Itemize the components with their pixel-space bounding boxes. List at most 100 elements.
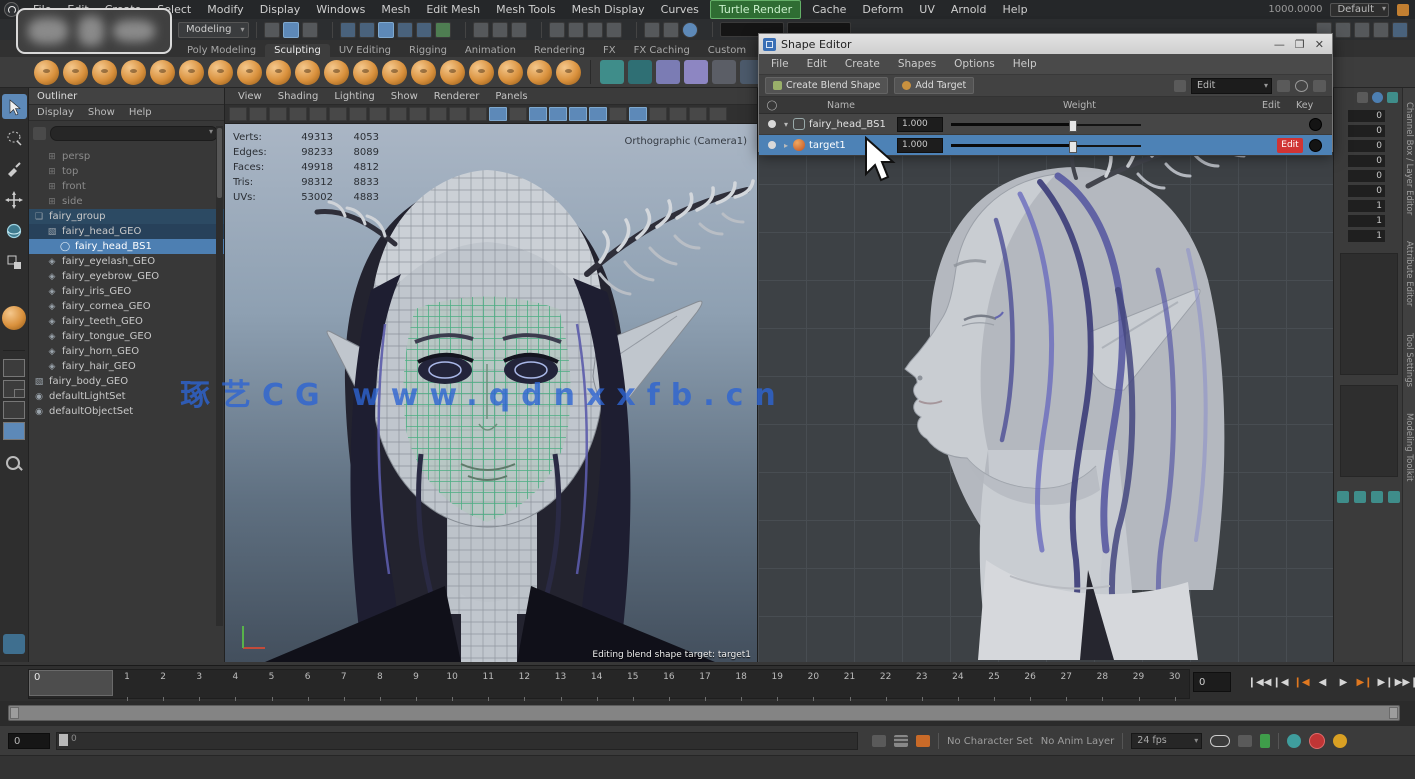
paint-selection-tool[interactable] — [2, 156, 27, 181]
object-mode-icon[interactable] — [283, 22, 299, 38]
create-blend-shape-button[interactable]: Create Blend Shape — [765, 77, 888, 94]
outliner-menu[interactable]: Show — [88, 107, 115, 118]
workspace-dropdown[interactable]: Default — [1330, 3, 1389, 17]
channel-row[interactable]: 0 — [1348, 109, 1402, 123]
step-back-frame-button[interactable]: ❙◀ — [1292, 670, 1311, 694]
range-slider-bar[interactable] — [8, 705, 1400, 721]
outliner-item-fairy-tongue-geo[interactable]: ◈ fairy_tongue_GEO — [29, 329, 224, 344]
visibility-toggle[interactable] — [765, 120, 779, 128]
imprint-brush-icon[interactable] — [295, 60, 320, 85]
uv-layout-icon[interactable] — [684, 60, 708, 84]
minimize-button[interactable]: — — [1274, 38, 1285, 51]
channel-row[interactable]: 1 — [1348, 214, 1402, 228]
outliner-item-side[interactable]: ⊞ side — [29, 194, 224, 209]
make-live-icon[interactable] — [435, 22, 451, 38]
repeat-brush-icon[interactable] — [266, 60, 291, 85]
menu-item[interactable]: Arnold — [943, 1, 995, 18]
shelf-tab[interactable]: Poly Modeling — [178, 44, 265, 57]
isolate-select-icon[interactable] — [709, 107, 727, 121]
channel-row[interactable]: 1 — [1348, 229, 1402, 243]
layer-new-icon[interactable] — [1337, 491, 1349, 503]
smooth-brush-icon[interactable] — [63, 60, 88, 85]
knife-brush-icon[interactable] — [411, 60, 436, 85]
workspace-icon[interactable] — [1392, 22, 1408, 38]
freeze-brush-icon[interactable] — [527, 60, 552, 85]
gate-mask-icon[interactable] — [429, 107, 447, 121]
shelf-tab[interactable]: FX — [594, 44, 625, 57]
grab-brush-icon[interactable] — [121, 60, 146, 85]
pane-outliner-icon[interactable] — [663, 22, 679, 38]
smear-brush-icon[interactable] — [440, 60, 465, 85]
layout-four-pane-button[interactable] — [3, 380, 25, 398]
menu-item[interactable]: Curves — [653, 1, 707, 18]
channel-row[interactable]: 0 — [1348, 139, 1402, 153]
outliner-item-fairy-eyelash-geo[interactable]: ◈ fairy_eyelash_GEO — [29, 254, 224, 269]
field-chart-icon[interactable] — [449, 107, 467, 121]
set-key-icon[interactable] — [916, 735, 930, 747]
command-scroll-track[interactable]: 0 — [56, 732, 858, 750]
scroll-handle[interactable] — [59, 734, 68, 746]
go-to-end-button[interactable]: ▶▶❙ — [1397, 670, 1415, 694]
topology-icon[interactable] — [628, 60, 652, 84]
shape-editor-menu[interactable]: Help — [1005, 58, 1045, 70]
zoom-tool-icon[interactable] — [6, 456, 22, 472]
menu-set-dropdown[interactable]: Modeling — [178, 22, 249, 38]
menu-item[interactable]: Mesh — [373, 1, 418, 18]
current-time-field[interactable]: 0 — [1193, 672, 1231, 692]
image-plane-icon[interactable] — [309, 107, 327, 121]
relax-brush-icon[interactable] — [92, 60, 117, 85]
play-backwards-button[interactable]: ◀ — [1313, 670, 1332, 694]
panel-menu[interactable]: Shading — [271, 91, 326, 102]
sparkle-icon[interactable] — [1335, 22, 1351, 38]
film-gate-icon[interactable] — [389, 107, 407, 121]
channel-key-icon[interactable] — [1357, 92, 1368, 103]
blend-shape-node-row[interactable]: ▾ fairy_head_BS1 1.000 — [759, 114, 1332, 135]
modeling-toolkit-icon[interactable] — [3, 634, 25, 654]
channel-pencil-icon[interactable] — [1387, 92, 1398, 103]
sidebar-tab[interactable]: Modeling Toolkit — [1404, 413, 1414, 482]
grid-icon[interactable] — [1373, 22, 1389, 38]
outliner-filter-icon[interactable] — [33, 127, 46, 140]
filter-dropdown[interactable]: Edit — [1191, 78, 1272, 94]
shape-editor-menu[interactable]: Edit — [799, 58, 835, 70]
weight-slider[interactable] — [951, 118, 1141, 131]
menu-item[interactable]: Modify — [199, 1, 251, 18]
exposure-icon[interactable] — [669, 107, 687, 121]
select-camera-icon[interactable] — [229, 107, 247, 121]
shape-editor-titlebar[interactable]: Shape Editor — ❐ ✕ — [759, 34, 1332, 54]
outliner-item-fairy-group[interactable]: ❑ fairy_group — [29, 209, 224, 224]
channel-row[interactable]: 0 — [1348, 124, 1402, 138]
panel-menu[interactable]: Panels — [488, 91, 534, 102]
anim-layer-list-icon[interactable] — [894, 735, 908, 747]
maximize-button[interactable]: ❐ — [1295, 38, 1305, 51]
menu-item[interactable]: Display — [252, 1, 309, 18]
textured-icon[interactable] — [549, 107, 567, 121]
panel-menu[interactable]: Renderer — [427, 91, 487, 102]
shape-editor-menu[interactable]: Shapes — [890, 58, 944, 70]
shelf-tab[interactable]: Animation — [456, 44, 525, 57]
menubar-corner-icon[interactable] — [1397, 4, 1409, 16]
menu-item[interactable]: UV — [911, 1, 943, 18]
amplify-brush-icon[interactable] — [498, 60, 523, 85]
blend-shape-target-row[interactable]: ▸ target1 1.000 Edit — [759, 135, 1332, 156]
weight-slider[interactable] — [951, 139, 1141, 152]
auto-key-icon[interactable] — [1309, 733, 1325, 749]
shelf-tab[interactable]: Rigging — [400, 44, 456, 57]
outliner-item-fairy-cornea-geo[interactable]: ◈ fairy_cornea_GEO — [29, 299, 224, 314]
step-back-key-button[interactable]: ❙◀ — [1271, 670, 1290, 694]
visibility-toggle[interactable] — [765, 141, 779, 149]
anim-preferences-icon[interactable] — [1333, 734, 1347, 748]
output-connections-icon[interactable] — [492, 22, 508, 38]
outliner-item-fairy-eyebrow-geo[interactable]: ◈ fairy_eyebrow_GEO — [29, 269, 224, 284]
use-all-lights-icon[interactable] — [569, 107, 587, 121]
input-connections-icon[interactable] — [473, 22, 489, 38]
key-indicator[interactable] — [1309, 139, 1322, 152]
folder-icon[interactable] — [1277, 80, 1290, 92]
go-to-start-button[interactable]: ❙◀◀ — [1250, 670, 1269, 694]
safe-title-icon[interactable] — [489, 107, 507, 121]
uv-editor-icon[interactable] — [656, 60, 680, 84]
sidebar-tab[interactable]: Attribute Editor — [1404, 241, 1414, 306]
outliner-item-front[interactable]: ⊞ front — [29, 179, 224, 194]
shelf-tab[interactable]: UV Editing — [330, 44, 400, 57]
channel-row[interactable]: 0 — [1348, 154, 1402, 168]
